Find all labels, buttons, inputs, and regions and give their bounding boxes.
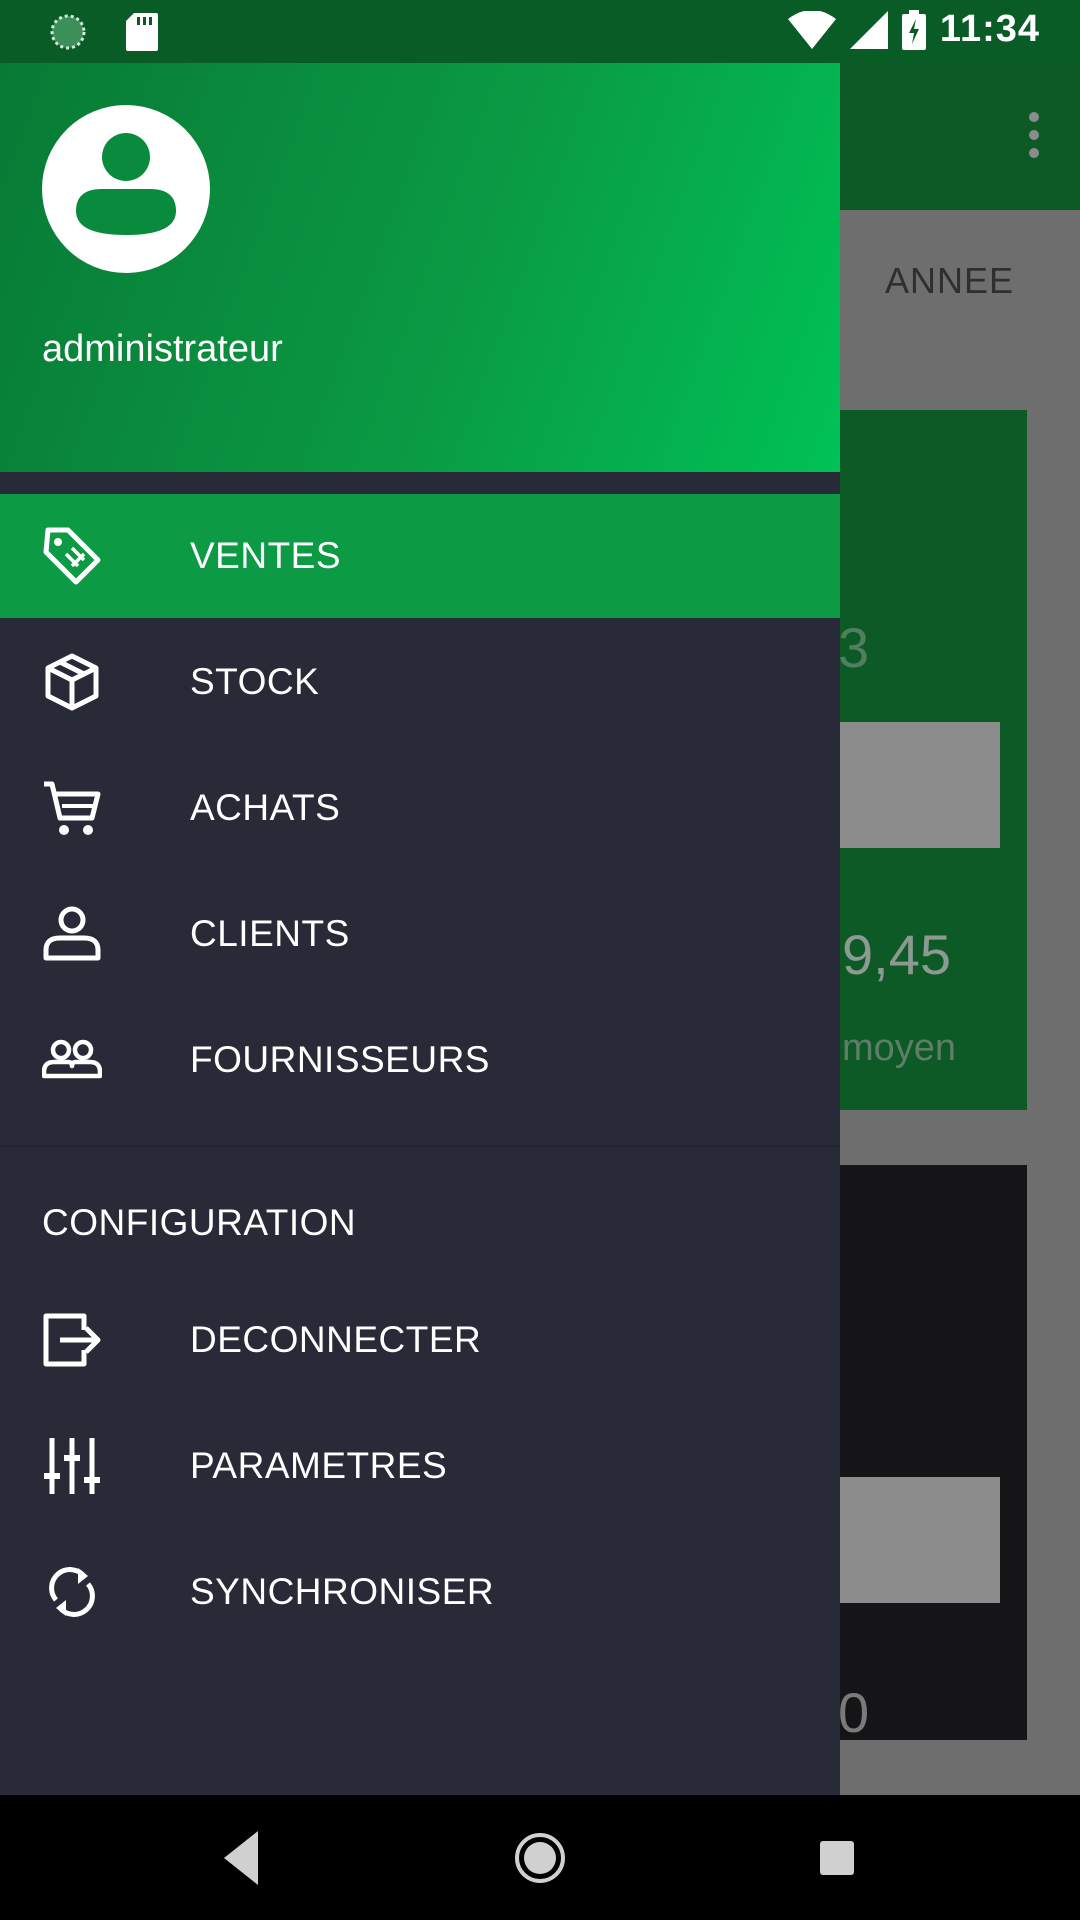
drawer-divider [0,1145,840,1147]
menu-item-deconnecter[interactable]: DECONNECTER [0,1278,840,1402]
menu-item-achats[interactable]: ACHATS [0,746,840,870]
sd-card-icon [126,13,158,51]
cart-icon [44,781,101,835]
menu-item-label: ACHATS [190,787,341,828]
menu-item-synchroniser[interactable]: SYNCHRONISER [0,1530,840,1654]
background-card [840,410,1027,1110]
section-title-configuration: CONFIGURATION [42,1202,357,1243]
battery-charging-icon [901,9,926,50]
back-icon[interactable] [208,1825,274,1891]
user-name: administrateur [42,328,283,370]
cell-signal-icon [849,10,888,49]
tab-annee[interactable]: ANNEE [885,260,1014,302]
recents-icon[interactable] [804,1825,870,1891]
logout-icon [43,1313,101,1367]
menu-item-label: FOURNISSEURS [190,1039,490,1080]
menu-item-label: PARAMETRES [190,1445,448,1486]
menu-item-ventes[interactable]: VENTES [0,494,840,618]
background-value: 3 [838,616,870,679]
sync-icon [49,1567,95,1617]
wifi-icon [787,10,836,49]
background-value: 0 [838,1681,870,1744]
drawer-header: administrateur [0,63,840,472]
system-nav-bar [0,1795,1080,1920]
tag-icon [43,527,101,585]
menu-item-fournisseurs[interactable]: FOURNISSEURS [0,998,840,1122]
menu-item-label: CLIENTS [190,913,350,954]
loading-notification-icon [50,14,86,50]
status-bar: 11:34 [0,0,1080,63]
navigation-drawer: administrateur VENTES STOCK ACHATS CLIEN… [0,0,840,1795]
overflow-menu-icon[interactable] [1028,112,1040,158]
clock: 11:34 [939,8,1040,50]
person-icon [43,906,101,961]
menu-item-parametres[interactable]: PARAMETRES [0,1404,840,1528]
menu-item-clients[interactable]: CLIENTS [0,872,840,996]
menu-item-label: SYNCHRONISER [190,1571,495,1612]
background-caption: moyen [842,1027,957,1069]
background-card [840,1165,1027,1740]
background-value: 9,45 [842,923,951,986]
menu-item-label: STOCK [190,661,320,702]
people-icon [42,1039,102,1079]
menu-item-label: VENTES [190,535,342,576]
account-circle-icon[interactable] [42,105,210,273]
sliders-icon [44,1438,100,1494]
menu-item-label: DECONNECTER [190,1319,482,1360]
home-icon[interactable] [507,1825,573,1891]
menu-item-stock[interactable]: STOCK [0,620,840,744]
box-icon [45,653,99,711]
